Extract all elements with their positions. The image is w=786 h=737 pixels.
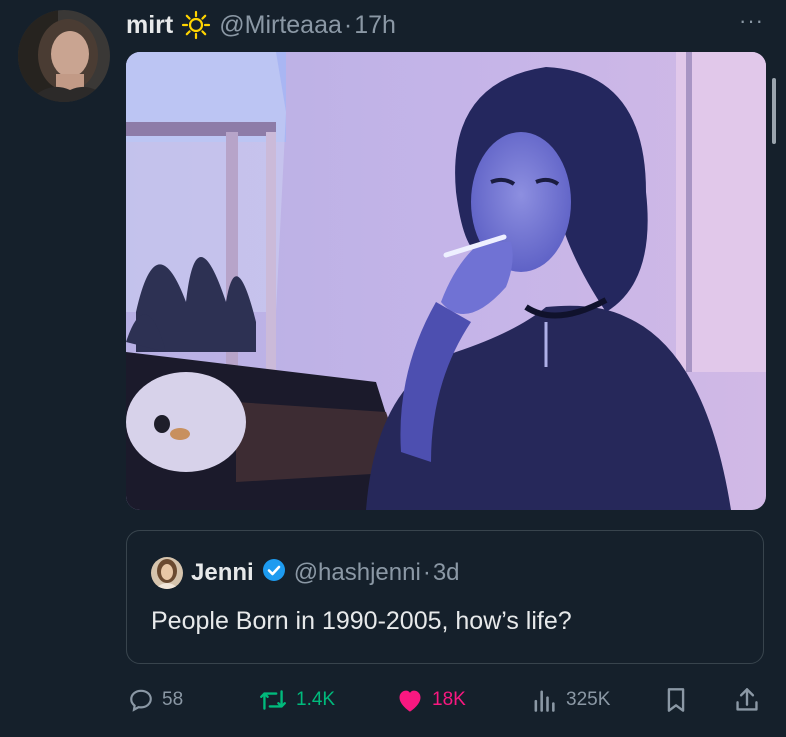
like-button[interactable]: 18K bbox=[396, 680, 466, 720]
quoted-tweet-text: People Born in 1990-2005, how’s life? bbox=[151, 607, 572, 635]
quoted-display-name[interactable]: Jenni bbox=[191, 559, 254, 587]
verified-badge-icon bbox=[262, 558, 286, 589]
header-separator: · bbox=[343, 10, 353, 39]
author-display-name[interactable]: mirt bbox=[126, 11, 173, 40]
author-handle[interactable]: @Mirteaaa bbox=[219, 11, 342, 40]
quoted-author-avatar[interactable] bbox=[151, 557, 183, 589]
quoted-handle[interactable]: @hashjenni bbox=[294, 559, 421, 587]
reply-count: 58 bbox=[162, 689, 184, 710]
quoted-tweet[interactable]: Jenni @hashjenni · 3d People Born in 1990-… bbox=[126, 530, 764, 664]
heart-icon bbox=[396, 687, 424, 713]
more-options-button[interactable]: ··· bbox=[739, 10, 764, 32]
reply-button[interactable]: 58 bbox=[128, 680, 183, 720]
tweet-header: mirt @Mirteaaa · 17h bbox=[126, 8, 396, 42]
tweet-timestamp[interactable]: 17h bbox=[354, 11, 396, 40]
quoted-separator: · bbox=[422, 559, 431, 586]
repost-button[interactable]: 1.4K bbox=[258, 680, 335, 720]
views-icon bbox=[530, 687, 558, 713]
sun-icon bbox=[181, 10, 211, 40]
tweet-action-bar: 58 1.4K 18K 325K bbox=[0, 680, 786, 720]
scrollbar[interactable] bbox=[772, 78, 776, 144]
share-button[interactable] bbox=[734, 680, 760, 720]
tweet-media-image[interactable] bbox=[126, 52, 766, 510]
repost-count: 1.4K bbox=[296, 689, 336, 710]
views-button[interactable]: 325K bbox=[530, 680, 610, 720]
repost-icon bbox=[258, 687, 288, 713]
views-count: 325K bbox=[566, 689, 611, 710]
bookmark-button[interactable] bbox=[664, 680, 688, 720]
bookmark-icon bbox=[664, 687, 688, 713]
quoted-timestamp[interactable]: 3d bbox=[433, 559, 460, 587]
reply-icon bbox=[128, 687, 154, 713]
author-avatar[interactable] bbox=[18, 10, 110, 102]
quoted-tweet-header: Jenni @hashjenni · 3d bbox=[151, 557, 460, 589]
share-icon bbox=[734, 687, 760, 713]
like-count: 18K bbox=[432, 689, 466, 710]
